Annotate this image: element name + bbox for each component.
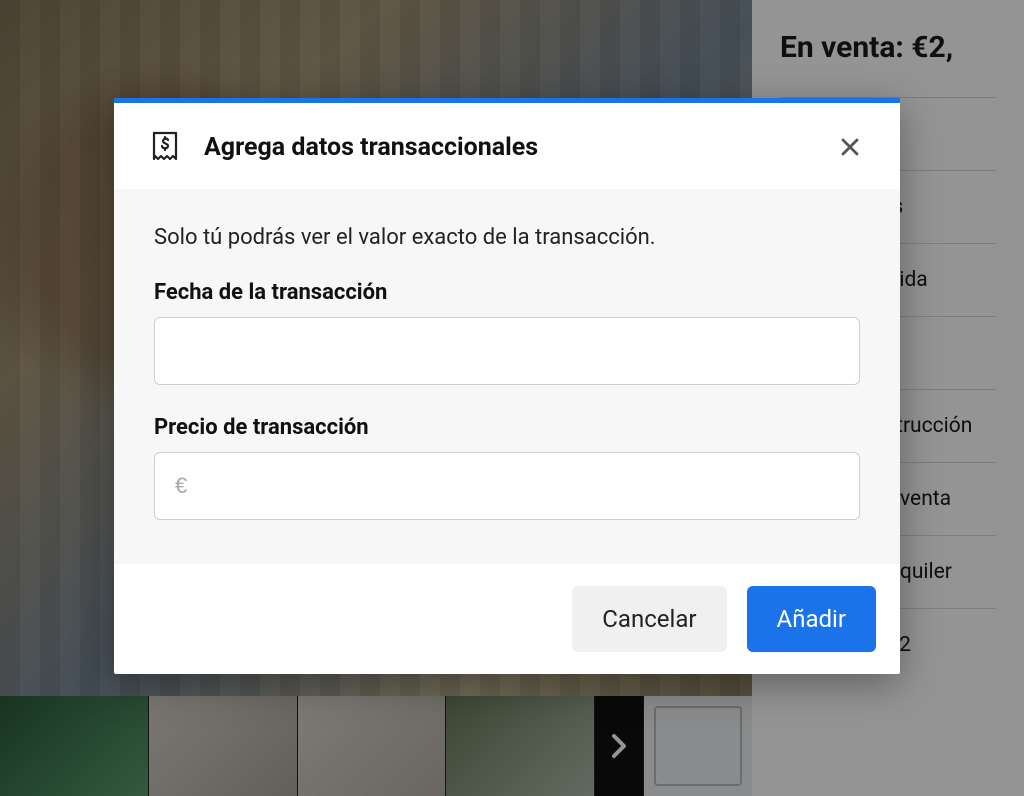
- modal-info-text: Solo tú podrás ver el valor exacto de la…: [154, 225, 860, 250]
- close-icon: [838, 135, 862, 159]
- modal-title: Agrega datos transaccionales: [204, 133, 812, 162]
- transaction-price-field-group: Precio de transacción: [154, 415, 860, 520]
- transaction-date-input[interactable]: [154, 317, 860, 385]
- modal-footer: Cancelar Añadir: [114, 564, 900, 674]
- modal-header: Agrega datos transaccionales: [114, 103, 900, 189]
- transaction-date-label: Fecha de la transacción: [154, 280, 860, 305]
- transaction-data-modal: Agrega datos transaccionales Solo tú pod…: [114, 98, 900, 674]
- modal-body: Solo tú podrás ver el valor exacto de la…: [114, 189, 900, 564]
- cancel-button[interactable]: Cancelar: [572, 586, 726, 652]
- transaction-date-field-group: Fecha de la transacción: [154, 280, 860, 385]
- transaction-price-input[interactable]: [154, 452, 860, 520]
- submit-button[interactable]: Añadir: [747, 586, 876, 652]
- receipt-icon: [150, 129, 180, 165]
- transaction-price-label: Precio de transacción: [154, 415, 860, 440]
- close-button[interactable]: [836, 133, 864, 161]
